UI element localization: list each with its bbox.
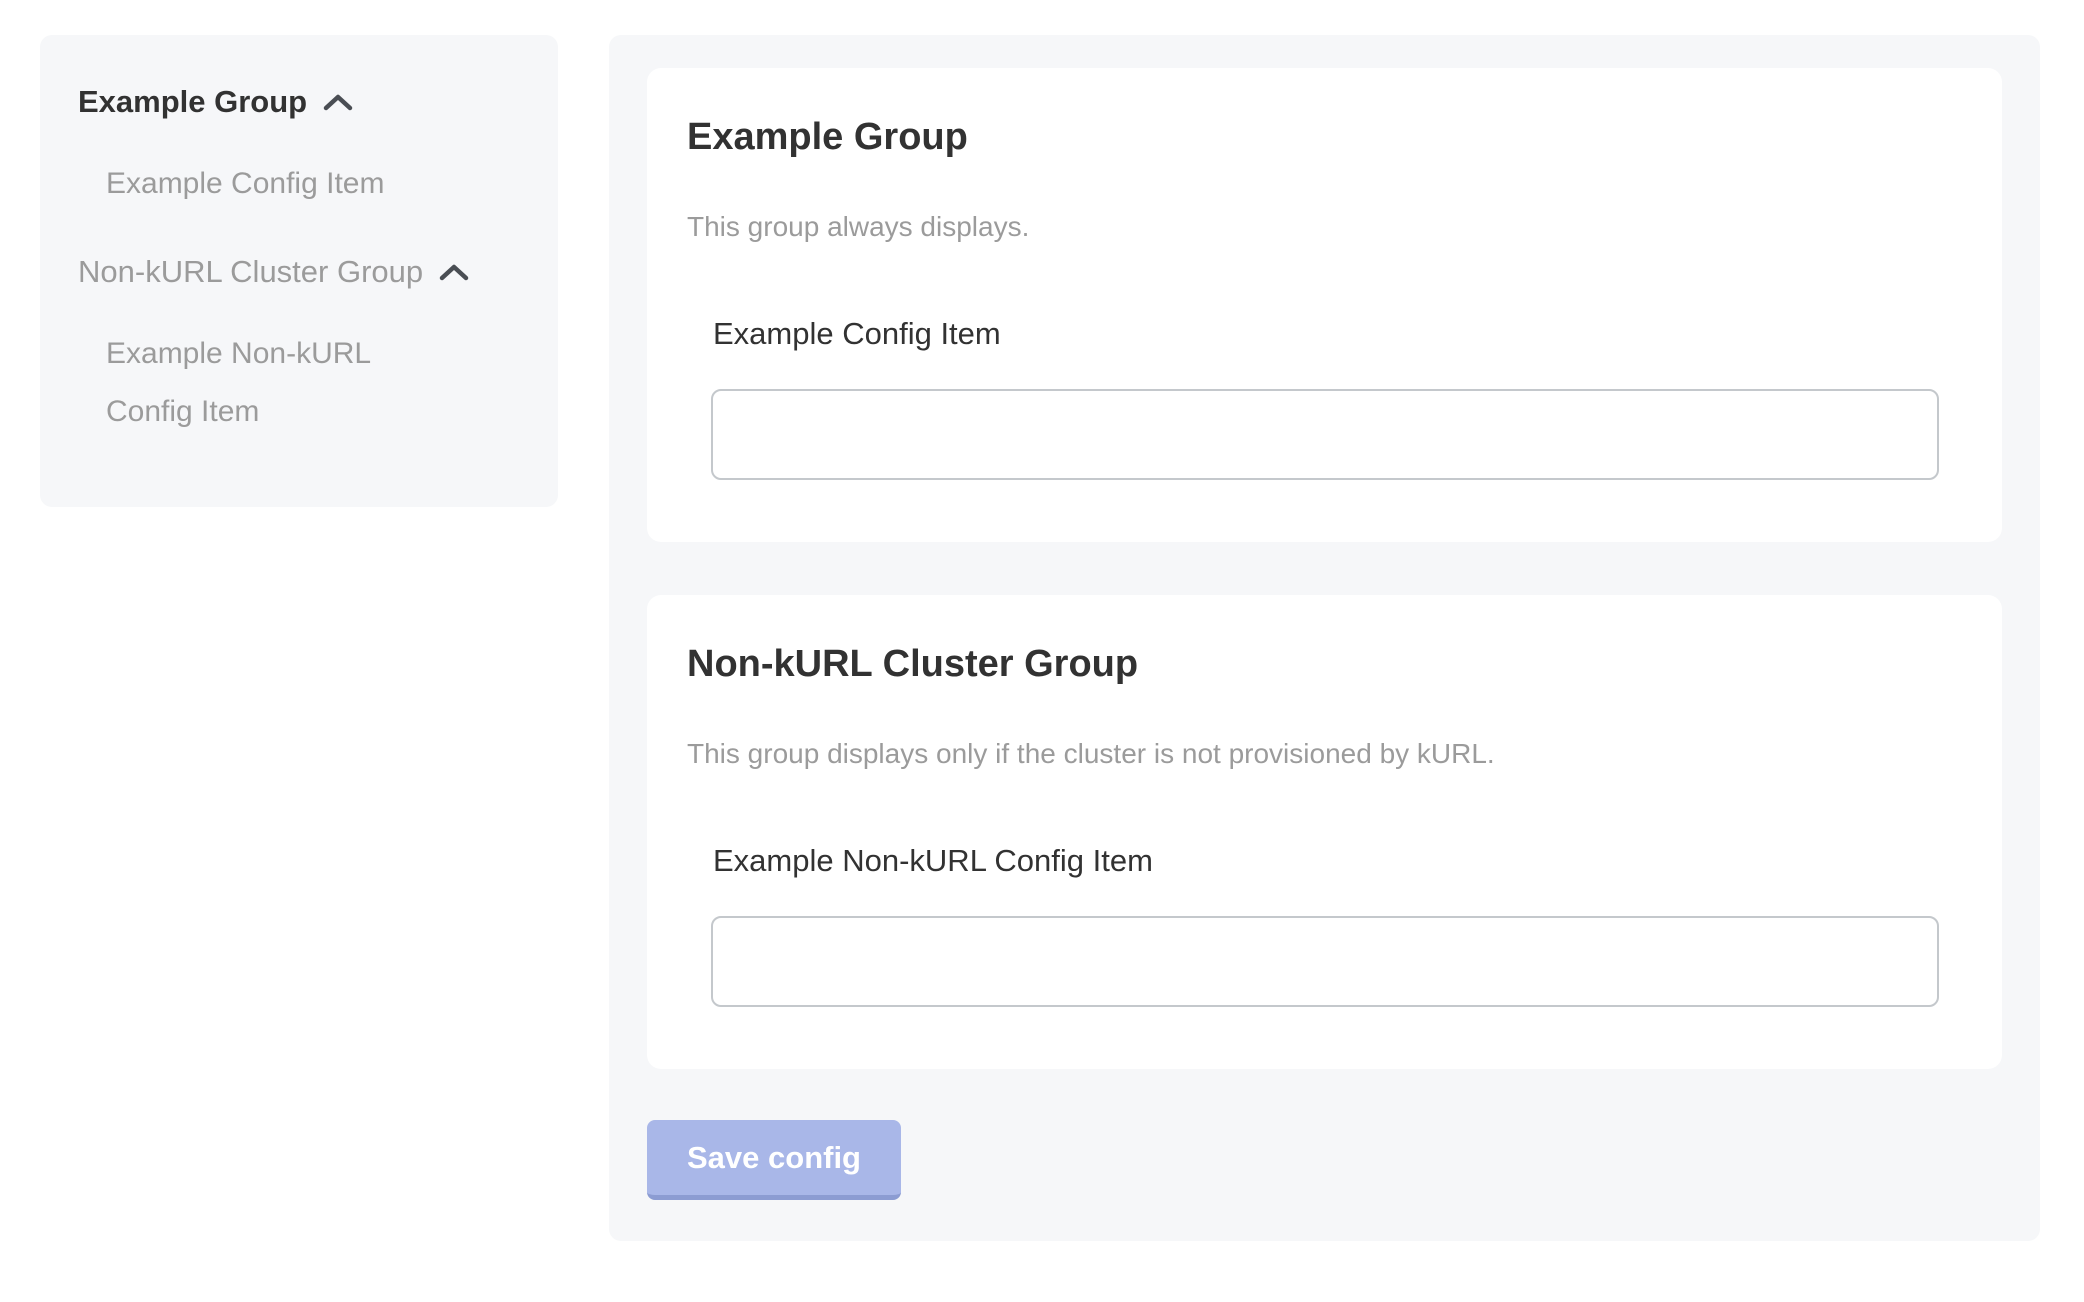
group-description: This group always displays. — [687, 207, 1939, 247]
config-sidebar: Example Group Example Config Item Non-kU… — [40, 35, 558, 507]
config-group-card-example-group: Example Group This group always displays… — [647, 68, 2002, 542]
sidebar-group-non-kurl-cluster-group[interactable]: Non-kURL Cluster Group — [78, 253, 528, 291]
example-non-kurl-config-item-input[interactable] — [711, 916, 1939, 1007]
chevron-up-icon — [323, 94, 353, 111]
config-item-field — [711, 916, 1939, 1007]
config-item-field — [711, 389, 1939, 480]
group-description: This group displays only if the cluster … — [687, 734, 1939, 774]
config-item-label: Example Config Item — [713, 313, 1939, 355]
group-title: Example Group — [687, 115, 1939, 159]
sidebar-group-label: Non-kURL Cluster Group — [78, 253, 423, 291]
sidebar-item-example-config-item[interactable]: Example Config Item — [106, 155, 436, 213]
chevron-up-icon — [439, 264, 469, 281]
sidebar-group-example-group[interactable]: Example Group — [78, 83, 528, 121]
example-config-item-input[interactable] — [711, 389, 1939, 480]
group-title: Non-kURL Cluster Group — [687, 642, 1939, 686]
sidebar-group-label: Example Group — [78, 83, 307, 121]
save-config-button[interactable]: Save config — [647, 1120, 901, 1200]
config-panel: Example Group This group always displays… — [609, 35, 2040, 1241]
config-group-card-non-kurl-cluster-group: Non-kURL Cluster Group This group displa… — [647, 595, 2002, 1069]
config-item-label: Example Non-kURL Config Item — [713, 840, 1939, 882]
sidebar-item-example-non-kurl-config-item[interactable]: Example Non-kURL Config Item — [106, 325, 436, 441]
